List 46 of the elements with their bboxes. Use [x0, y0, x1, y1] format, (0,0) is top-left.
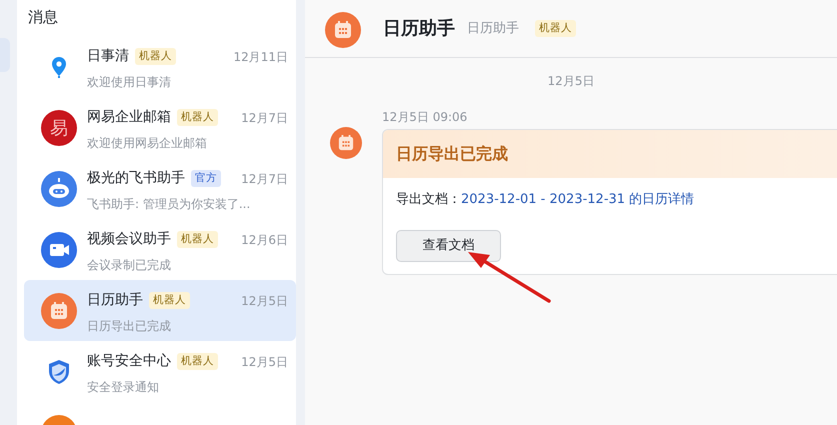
tag-label: 官方: [191, 170, 221, 188]
tag-label: 机器人: [177, 352, 218, 370]
letter-avatar: 易: [41, 110, 77, 146]
date-divider: 12月5日: [546, 73, 596, 90]
contact-name: 网易企业邮箱: [87, 108, 171, 127]
message-preview: 飞书助手: 管理员为你安装了...: [87, 196, 252, 213]
message-date: 12月6日: [241, 232, 288, 248]
message-preview: 欢迎使用网易企业邮箱: [87, 135, 208, 152]
tag-label: 机器人: [149, 292, 190, 310]
tag-label: 机器人: [135, 48, 176, 66]
video-camera-icon: [41, 232, 77, 268]
message-preview: 欢迎使用日事清: [87, 74, 172, 91]
contact-name: 极光的飞书助手: [87, 169, 185, 188]
contact-name: 账号安全中心: [87, 352, 171, 371]
view-document-button[interactable]: 查看文档: [396, 230, 501, 262]
card-title: 日历导出已完成: [383, 130, 837, 178]
conversation-item[interactable]: 日历助手 机器人 12月5日 日历导出已完成: [24, 280, 296, 341]
message-preview: 日历导出已完成: [87, 318, 172, 335]
message-date: 12月5日: [241, 292, 288, 310]
tag-label: 机器人: [177, 108, 218, 126]
calendar-icon: [41, 293, 77, 329]
contact-name: 视频会议助手: [87, 230, 171, 249]
section-title: 消息: [27, 7, 59, 28]
tag-label: 机器人: [535, 20, 576, 38]
message-date: 12月5日: [241, 354, 288, 370]
message-preview: 会议录制已完成: [87, 257, 172, 274]
message-preview: 安全登录通知: [87, 379, 160, 396]
conversation-item[interactable]: 视频会议助手 机器人 12月6日 会议录制已完成: [24, 219, 296, 280]
conversation-item[interactable]: 极光的飞书助手 官方 12月7日 飞书助手: 管理员为你安装了...: [24, 158, 296, 219]
chat-subtitle: 日历助手: [467, 20, 519, 38]
message-date: 12月7日: [241, 170, 288, 188]
chat-title: 日历助手: [383, 17, 455, 41]
document-link[interactable]: 2023-12-01 - 2023-12-31 的日历详情: [461, 192, 694, 207]
conversation-item[interactable]: 账号安全中心 机器人 12月5日 安全登录通知: [24, 341, 296, 402]
calendar-icon: [330, 127, 362, 159]
tag-label: 机器人: [177, 230, 218, 248]
calendar-icon: [325, 12, 361, 48]
conversation-item[interactable]: 易 网易企业邮箱 机器人 12月7日 欢迎使用网易企业邮箱: [24, 97, 296, 158]
message-time: 12月5日 09:06: [382, 109, 468, 126]
message-date: 12月7日: [241, 110, 288, 126]
conversation-item[interactable]: 日事清 机器人 12月11日 欢迎使用日事清: [24, 36, 296, 97]
message-date: 12月11日: [233, 48, 288, 66]
contact-name: 日事清: [87, 47, 129, 66]
robot-icon: [41, 171, 77, 207]
field-label: 导出文档：: [396, 192, 461, 207]
contact-name: 日历助手: [87, 291, 143, 310]
